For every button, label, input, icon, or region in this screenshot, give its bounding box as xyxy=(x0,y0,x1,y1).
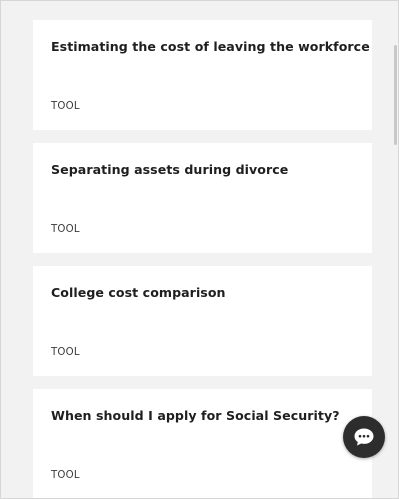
card-type-label: TOOL xyxy=(51,224,80,235)
card-title[interactable]: Estimating the cost of leaving the workf… xyxy=(51,39,370,54)
tool-card-separating-assets[interactable]: Separating assets during divorce TOOL xyxy=(33,143,372,253)
card-title[interactable]: When should I apply for Social Security? xyxy=(51,408,340,423)
tool-card-leaving-workforce[interactable]: Estimating the cost of leaving the workf… xyxy=(33,20,372,130)
chat-button[interactable] xyxy=(343,416,385,458)
tools-list-panel: Estimating the cost of leaving the workf… xyxy=(0,0,399,499)
scrollbar[interactable] xyxy=(394,1,398,498)
tool-card-social-security[interactable]: When should I apply for Social Security?… xyxy=(33,389,372,498)
card-type-label: TOOL xyxy=(51,347,80,358)
card-title[interactable]: College cost comparison xyxy=(51,285,226,300)
tool-card-list: Estimating the cost of leaving the workf… xyxy=(33,20,372,498)
card-type-label: TOOL xyxy=(51,101,80,112)
tool-card-college-cost[interactable]: College cost comparison TOOL xyxy=(33,266,372,376)
scrollbar-thumb[interactable] xyxy=(394,45,397,145)
card-type-label: TOOL xyxy=(51,470,80,481)
chat-bubble-icon xyxy=(354,428,374,446)
card-title[interactable]: Separating assets during divorce xyxy=(51,162,288,177)
